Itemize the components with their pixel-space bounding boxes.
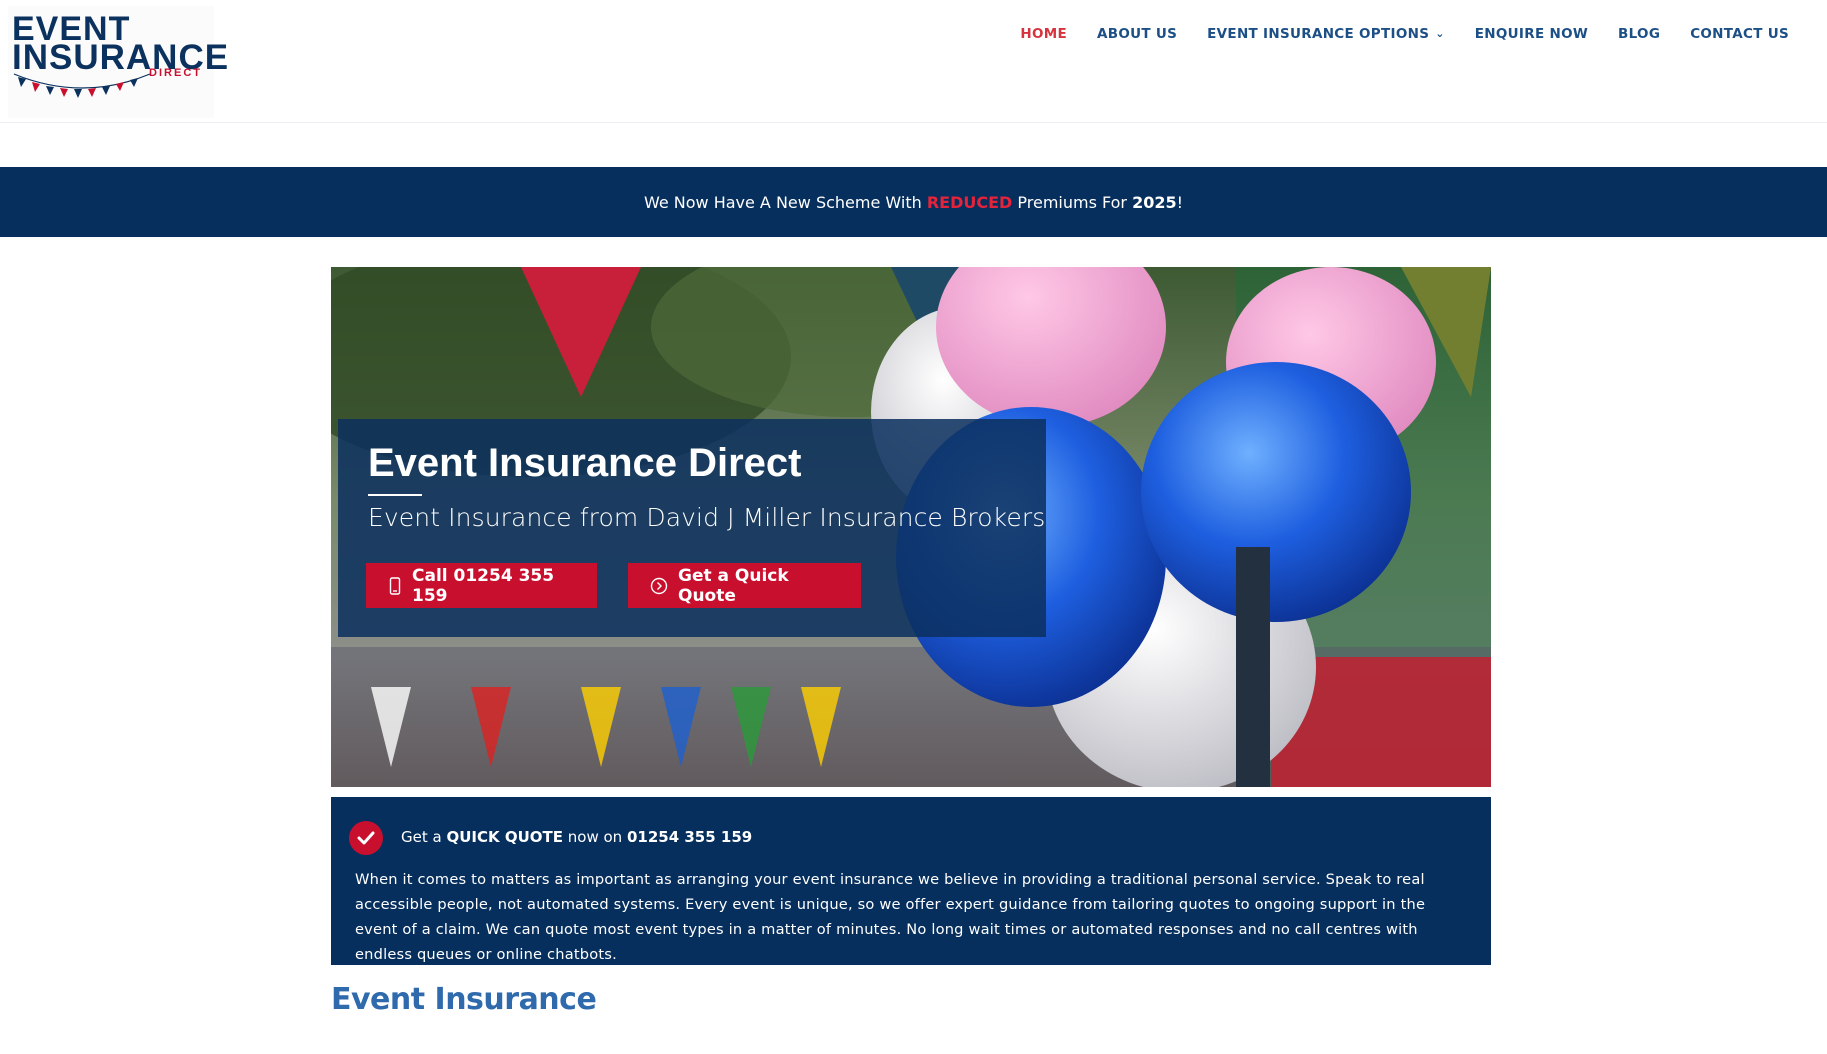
section-title: Event Insurance (331, 982, 597, 1017)
logo-tagline: DIRECT (149, 67, 202, 79)
hero-subtitle: Event Insurance from David J Miller Insu… (368, 503, 1046, 532)
qq-middle: now on (563, 828, 627, 846)
check-icon (349, 821, 383, 855)
announcement-year: 2025 (1132, 192, 1177, 212)
announcement-prefix: We Now Have A New Scheme With (643, 192, 927, 212)
chevron-down-icon: ⌄ (1435, 26, 1445, 40)
hero-divider (368, 494, 422, 496)
qq-phone[interactable]: 01254 355 159 (627, 828, 752, 846)
nav-contact-label: CONTACT US (1690, 26, 1789, 42)
call-button[interactable]: Call 01254 355 159 (366, 563, 597, 608)
nav-home-label: HOME (1020, 26, 1067, 42)
quick-quote-panel: Get a QUICK QUOTE now on 01254 355 159 W… (331, 797, 1491, 965)
bunting-icon (13, 73, 151, 98)
phone-icon (389, 576, 401, 595)
quick-quote-body: When it comes to matters as important as… (355, 871, 1426, 963)
quick-quote-heading: Get a QUICK QUOTE now on 01254 355 159 (401, 828, 752, 846)
nav-about-label: ABOUT US (1096, 26, 1178, 42)
hero-title: Event Insurance Direct (368, 441, 802, 485)
call-button-label: Call 01254 355 159 (412, 565, 555, 606)
nav-enquire-now[interactable]: ENQUIRE NOW (1475, 26, 1588, 42)
qq-prefix: Get a (401, 828, 447, 846)
nav-contact-us[interactable]: CONTACT US (1690, 26, 1789, 42)
site-logo[interactable]: EVENT INSURANCE DIRECT (8, 6, 228, 118)
announcement-suffix: ! (1176, 192, 1184, 212)
nav-event-insurance-options[interactable]: EVENT INSURANCE OPTIONS ⌄ (1207, 26, 1445, 42)
nav-options-label: EVENT INSURANCE OPTIONS (1207, 26, 1430, 42)
announcement-highlight: REDUCED (926, 192, 1013, 212)
nav-about-us[interactable]: ABOUT US (1097, 26, 1177, 42)
hero-banner: Event Insurance Direct Event Insurance f… (331, 267, 1491, 787)
nav-blog[interactable]: BLOG (1618, 26, 1660, 42)
hero-overlay-box: Event Insurance Direct Event Insurance f… (338, 419, 1046, 637)
quick-quote-button-label: Get a Quick Quote (678, 565, 789, 606)
announcement-bar: We Now Have A New Scheme With REDUCED Pr… (0, 167, 1827, 237)
arrow-circle-icon (650, 577, 668, 594)
main-nav: HOME ABOUT US EVENT INSURANCE OPTIONS ⌄ … (1020, 26, 1789, 42)
qq-strong: QUICK QUOTE (446, 828, 563, 846)
announcement-middle: Premiums For (1012, 192, 1133, 212)
nav-blog-label: BLOG (1618, 26, 1661, 42)
nav-home[interactable]: HOME (1020, 26, 1067, 42)
site-header: EVENT INSURANCE DIRECT HOME ABOUT US EVE… (0, 0, 1827, 123)
nav-enquire-label: ENQUIRE NOW (1474, 26, 1589, 42)
quick-quote-button[interactable]: Get a Quick Quote (628, 563, 861, 608)
